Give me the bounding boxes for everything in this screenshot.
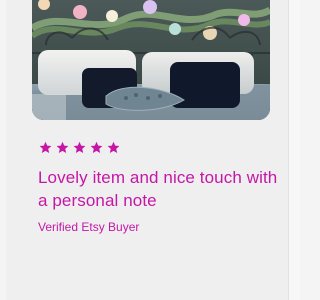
review-slide: Lovely item and nice touch with a person…: [0, 0, 300, 300]
rating-stars: [38, 140, 121, 158]
star-icon: [55, 140, 70, 155]
verified-buyer-label: Verified Etsy Buyer: [38, 220, 140, 234]
review-photo: [32, 0, 270, 120]
review-card: Lovely item and nice touch with a person…: [6, 0, 290, 300]
star-icon: [38, 140, 53, 155]
star-icon: [89, 140, 104, 155]
review-text: Lovely item and nice touch with a person…: [38, 168, 278, 210]
next-card-edge: [288, 0, 300, 300]
star-icon: [106, 140, 121, 155]
star-icon: [72, 140, 87, 155]
